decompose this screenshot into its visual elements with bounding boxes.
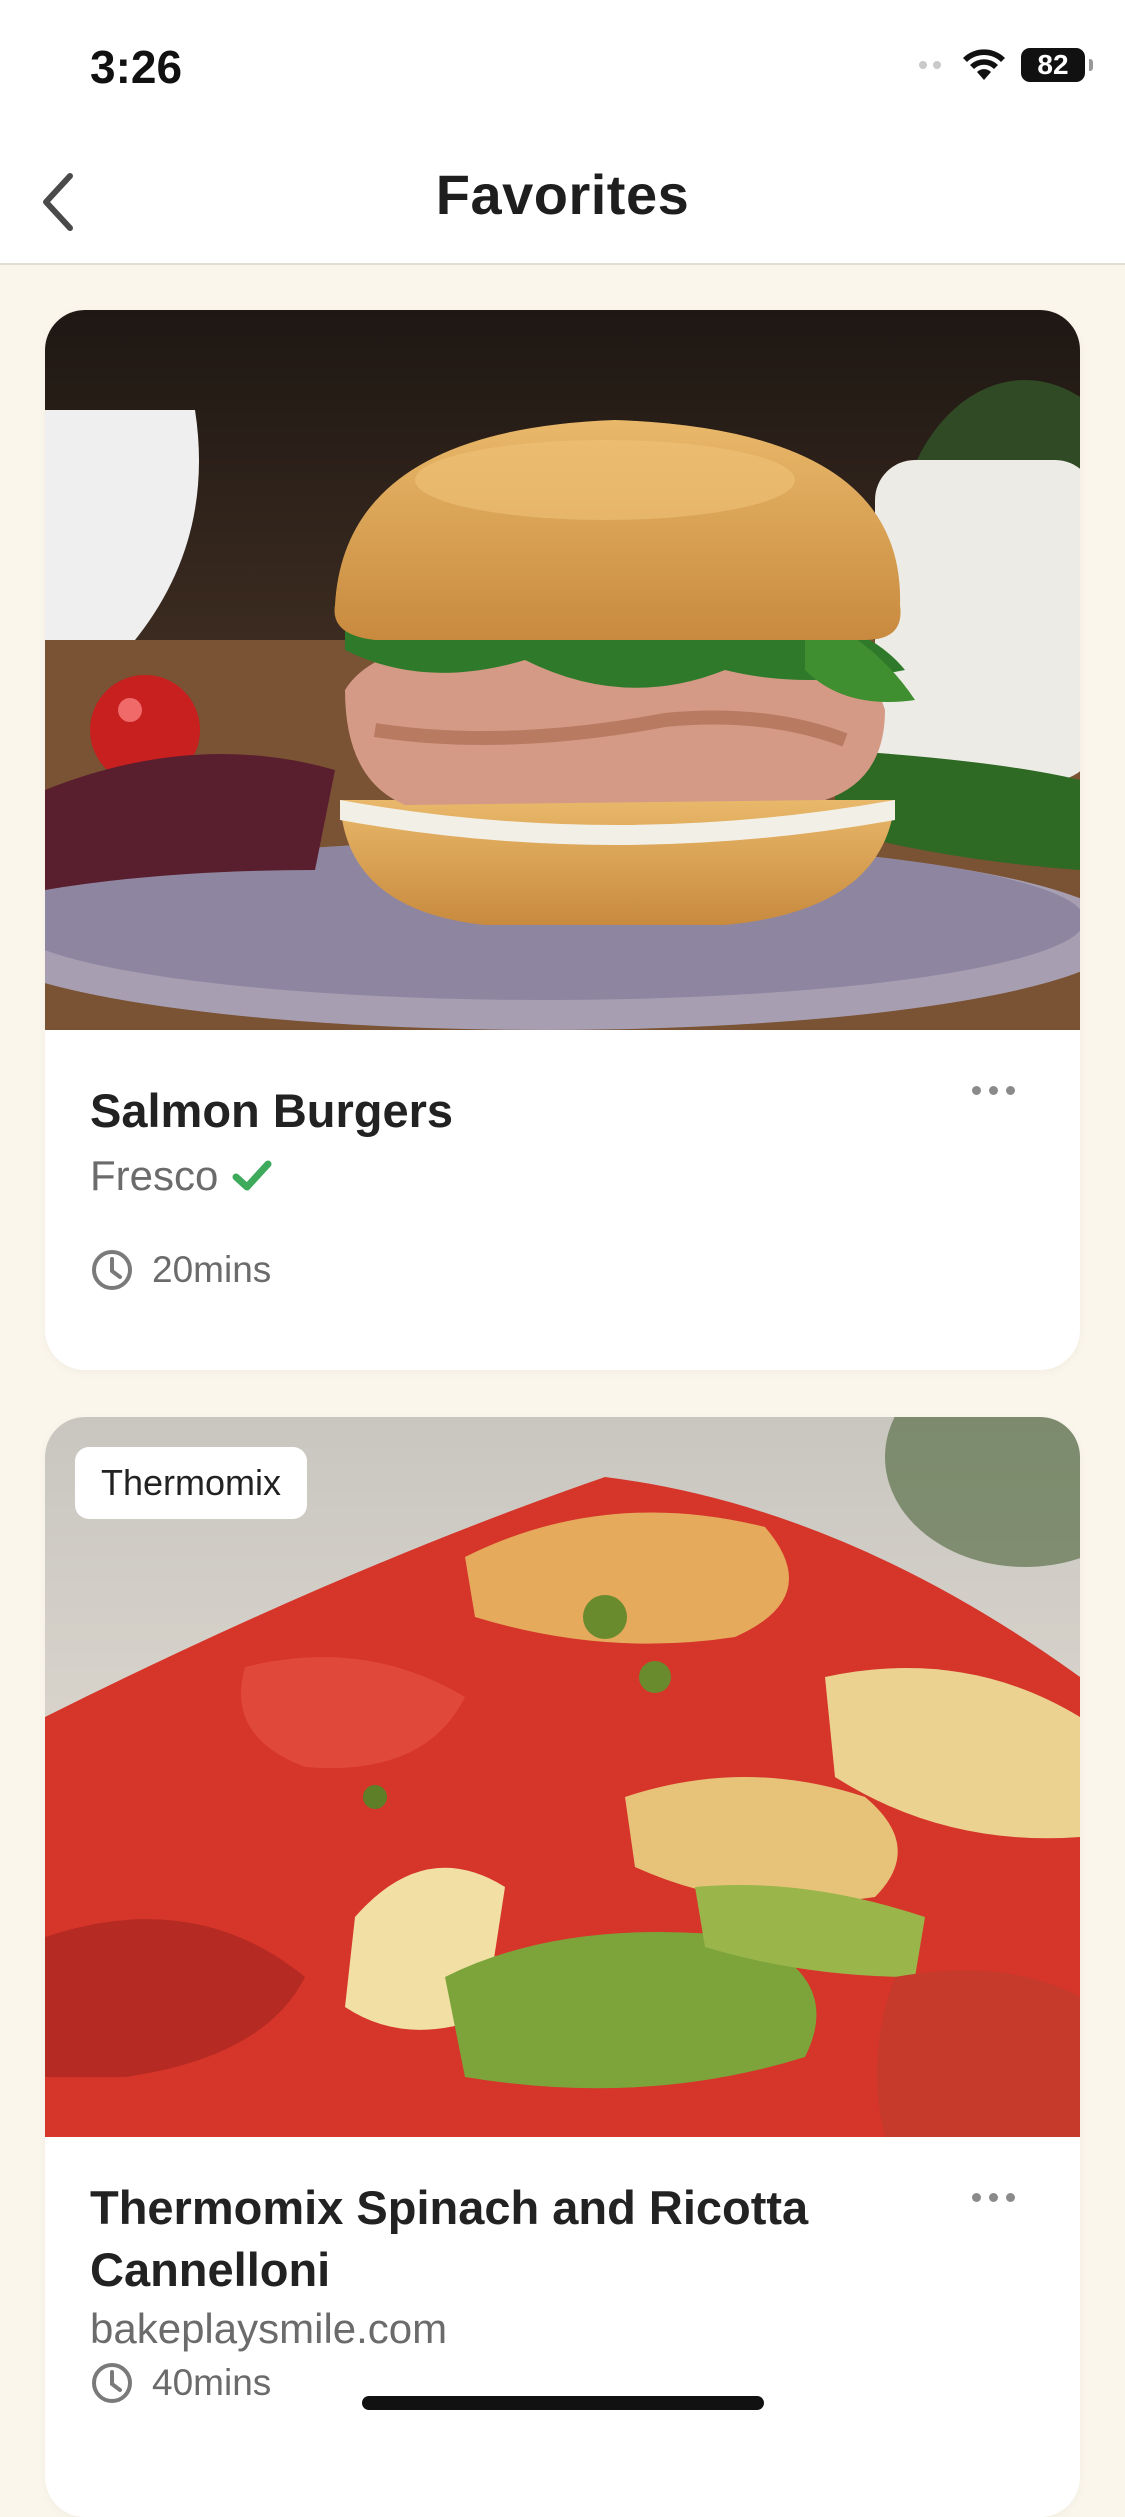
clock-icon (92, 2363, 132, 2403)
recipe-image[interactable] (45, 310, 1080, 1030)
recipe-info: Salmon Burgers Fresco 20mins (45, 1030, 1080, 1332)
battery-icon: 82 (1021, 48, 1093, 82)
recipe-source: Fresco (90, 1152, 1035, 1200)
salmon-burger-photo (45, 310, 1080, 1030)
recipe-image[interactable]: Thermomix (45, 1417, 1080, 2137)
more-options-button[interactable] (958, 1070, 1028, 1110)
recipe-title: Salmon Burgers (90, 1084, 454, 1137)
signal-icon (919, 61, 941, 69)
source-name: bakeplaysmile.com (90, 2305, 448, 2352)
source-name: Fresco (90, 1152, 219, 1199)
verified-check-icon (232, 1160, 272, 1191)
more-options-button[interactable] (958, 2177, 1028, 2217)
status-bar: 3:26 82 (0, 0, 1125, 140)
clock-icon (92, 1250, 132, 1290)
recipe-time-label: 20mins (152, 1249, 272, 1290)
recipe-time-label: 40mins (152, 2362, 272, 2403)
category-tag: Thermomix (75, 1447, 308, 1519)
recipe-source: bakeplaysmile.com (90, 2305, 1035, 2353)
navigation-bar: Favorites (0, 140, 1125, 265)
recipe-title: Thermomix Spinach and Ricotta Cannelloni (90, 2181, 809, 2296)
recipe-time: 20mins (90, 1248, 1035, 1292)
status-icons: 82 (919, 48, 1093, 82)
status-time: 3:26 (90, 41, 183, 93)
recipe-card-salmon-burgers[interactable]: Salmon Burgers Fresco 20mins (45, 310, 1080, 1370)
page-title: Favorites (435, 163, 690, 226)
home-indicator[interactable] (362, 2396, 764, 2410)
recipe-card-spinach-cannelloni[interactable]: Thermomix Thermomix Spinach and Ricotta … (45, 1417, 1080, 2517)
cannelloni-photo (45, 1417, 1080, 2137)
wifi-icon (963, 49, 1005, 80)
